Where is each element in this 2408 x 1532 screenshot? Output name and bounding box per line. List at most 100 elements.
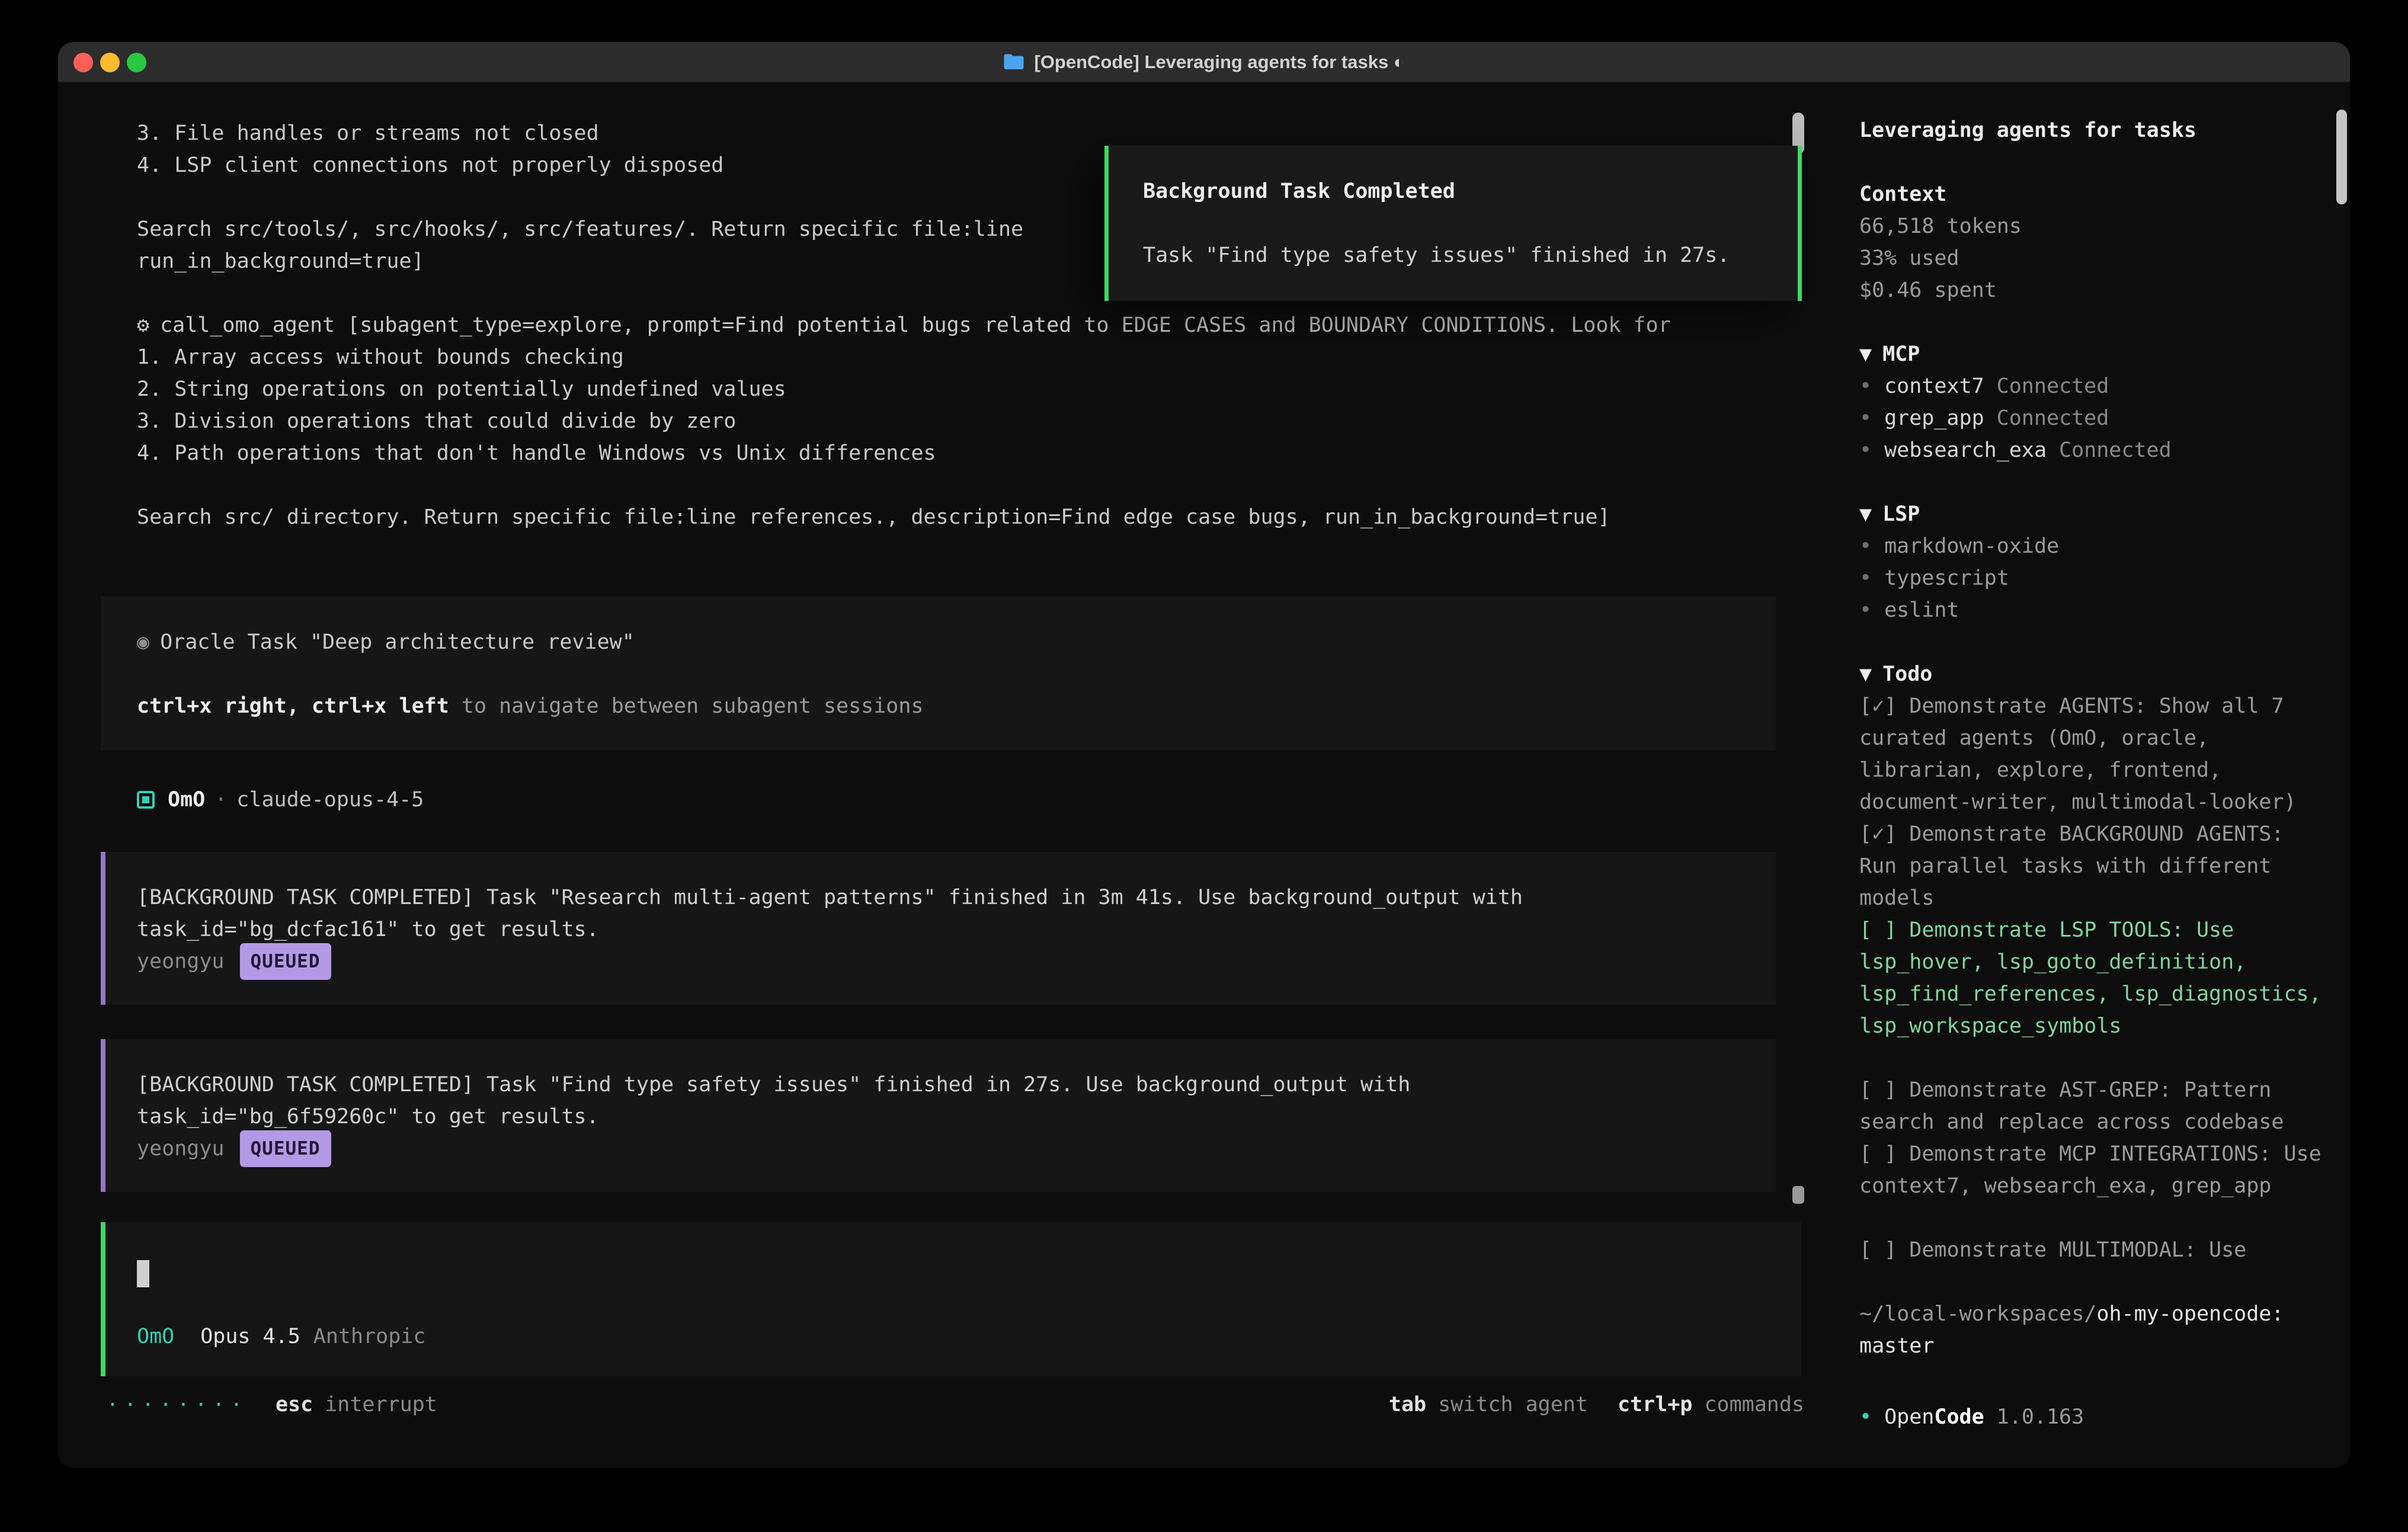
oracle-title-text: Oracle Task "Deep architecture review" <box>160 630 635 654</box>
bullet-icon: • <box>1859 534 1872 558</box>
bullet-icon: • <box>1859 374 1872 398</box>
esc-label: interrupt <box>325 1389 437 1421</box>
toast-notification: Background Task Completed Task "Find typ… <box>1104 146 1802 301</box>
mcp-status: Connected <box>1997 374 2109 398</box>
path-name: oh-my-opencode: <box>2096 1302 2284 1326</box>
status-right-hints: tab switch agent ctrl+p commands <box>1389 1389 1804 1421</box>
opencode-name-b: Code <box>1934 1401 1984 1433</box>
agent-model: claude-opus-4-5 <box>236 784 424 816</box>
todo-item: [ ] Demonstrate AST-GREP: Pattern search… <box>1859 1074 2332 1138</box>
mcp-name: websearch_exa <box>1884 438 2047 462</box>
tab-label: switch agent <box>1438 1389 1588 1421</box>
collapse-arrow-icon: ▼ <box>1859 502 1872 526</box>
path-prefix: ~/local-workspaces/ <box>1859 1302 2096 1326</box>
toast-title: Background Task Completed <box>1143 175 1780 207</box>
tool-call-line: ⚙ call_omo_agent [subagent_type=explore, … <box>137 309 1836 341</box>
window-title-text: [OpenCode] Leveraging agents for tasks ◐ <box>1034 52 1404 73</box>
lsp-name: typescript <box>1884 566 2009 590</box>
mcp-item: •websearch_exaConnected <box>1859 434 2332 466</box>
message-author: yeongyu <box>137 1133 225 1165</box>
spinner-dots: ········ <box>107 1389 248 1421</box>
message-meta: yeongyu QUEUED <box>137 946 1752 977</box>
terminal-line: 1. Array access without bounds checking <box>137 341 1836 373</box>
prompt-input[interactable]: OmO Opus 4.5 Anthropic <box>101 1222 1801 1376</box>
version-number: 1.0.163 <box>1997 1401 2084 1433</box>
input-agent-name: OmO <box>137 1321 174 1352</box>
todo-item: [ ] Demonstrate MCP INTEGRATIONS: Use co… <box>1859 1138 2332 1202</box>
input-model: Opus 4.5 <box>200 1321 300 1352</box>
context-heading: Context <box>1859 178 2332 210</box>
message-line: [BACKGROUND TASK COMPLETED] Task "Find t… <box>137 1069 1752 1101</box>
terminal-line: 4. Path operations that don't handle Win… <box>137 437 1836 469</box>
message-line: task_id="bg_dcfac161" to get results. <box>137 914 1752 946</box>
lsp-item: • markdown-oxide <box>1859 530 2332 562</box>
sidebar-title: Leveraging agents for tasks <box>1859 114 2332 146</box>
mcp-name: grep_app <box>1884 406 1984 430</box>
agent-header: OmO · claude-opus-4-5 <box>137 784 1836 816</box>
lsp-name: markdown-oxide <box>1884 534 2059 558</box>
workspace-path: ~/local-workspaces/oh-my-opencode: maste… <box>1859 1298 2332 1362</box>
input-provider: Anthropic <box>313 1321 426 1352</box>
bullet-icon: • <box>1859 438 1872 462</box>
sidebar-scrollbar-thumb[interactable] <box>2336 110 2347 204</box>
opencode-version: • OpenCode 1.0.163 <box>1859 1401 2084 1433</box>
tool-call-text: call_omo_agent [subagent_type=explore, p… <box>160 313 1671 337</box>
message-line: task_id="bg_6f59260c" to get results. <box>137 1101 1752 1133</box>
mcp-status: Connected <box>1997 406 2109 430</box>
terminal-output: 3. File handles or streams not closed 4.… <box>58 83 1836 1468</box>
todo-item: [ ] Demonstrate LSP TOOLS: Use lsp_hover… <box>1859 914 2332 1042</box>
message-author: yeongyu <box>137 946 225 977</box>
window-title: [OpenCode] Leveraging agents for tasks ◐ <box>1003 52 1404 73</box>
mcp-item: • grep_app Connected <box>1859 402 2332 434</box>
queued-badge: QUEUED <box>240 943 331 980</box>
ctrlp-key: ctrl+p <box>1618 1389 1692 1421</box>
mcp-section-header[interactable]: ▼MCP <box>1859 338 2332 370</box>
ctrlp-label: commands <box>1704 1389 1804 1421</box>
hint-keys: ctrl+x right, ctrl+x left <box>137 694 449 718</box>
window-controls <box>73 42 146 83</box>
collapse-arrow-icon: ▼ <box>1859 342 1872 366</box>
toast-body: Task "Find type safety issues" finished … <box>1143 239 1780 271</box>
main-scrollbar-mark[interactable] <box>1792 1186 1804 1204</box>
minimize-button[interactable] <box>100 53 120 72</box>
oracle-task-panel: ◉Oracle Task "Deep architecture review" … <box>101 597 1776 751</box>
context-tokens: 66,518 tokens <box>1859 210 2332 242</box>
terminal-line <box>137 469 1836 501</box>
message-meta: yeongyu QUEUED <box>137 1133 1752 1165</box>
navigation-hint: ctrl+x right, ctrl+x left to navigate be… <box>137 690 1752 722</box>
sidebar: Leveraging agents for tasks Context 66,5… <box>1836 83 2350 1468</box>
opencode-name-a: Open <box>1884 1401 1934 1433</box>
queued-badge: QUEUED <box>240 1130 331 1167</box>
lsp-item: •typescript <box>1859 562 2332 594</box>
titlebar: [OpenCode] Leveraging agents for tasks ◐ <box>58 42 2350 83</box>
collapse-arrow-icon: ▼ <box>1859 662 1872 686</box>
terminal-line: 3. Division operations that could divide… <box>137 405 1836 437</box>
folder-icon <box>1003 53 1024 71</box>
terminal-line: 3. File handles or streams not closed <box>137 117 1836 149</box>
gear-icon: ⚙ <box>137 313 149 337</box>
esc-key: esc <box>276 1389 313 1421</box>
agent-icon-core <box>142 796 149 803</box>
hint-text: to navigate between subagent sessions <box>449 694 924 718</box>
todo-heading: Todo <box>1882 662 1932 686</box>
lsp-item: •eslint <box>1859 594 2332 626</box>
lsp-section-header[interactable]: ▼ LSP <box>1859 498 2332 530</box>
todo-section-header[interactable]: ▼ Todo <box>1859 658 2332 690</box>
todo-item: [✓] Demonstrate BACKGROUND AGENTS: Run p… <box>1859 818 2332 914</box>
message-line: [BACKGROUND TASK COMPLETED] Task "Resear… <box>137 882 1752 914</box>
branch-name: master <box>1859 1334 1934 1358</box>
input-cursor <box>137 1260 149 1287</box>
context-used: 33% used <box>1859 242 2332 274</box>
input-meta: OmO Opus 4.5 Anthropic <box>137 1321 1778 1352</box>
lsp-heading: LSP <box>1882 502 1920 526</box>
background-task-message: [BACKGROUND TASK COMPLETED] Task "Resear… <box>101 852 1776 1005</box>
lsp-name: eslint <box>1884 598 1959 622</box>
oracle-title: ◉Oracle Task "Deep architecture review" <box>137 626 1752 658</box>
zoom-button[interactable] <box>127 53 146 72</box>
bullet-icon: • <box>1859 406 1872 430</box>
todo-item: [ ] Demonstrate MULTIMODAL: Use <box>1859 1234 2332 1266</box>
agent-icon <box>137 791 155 809</box>
agent-name: OmO <box>168 784 205 816</box>
context-spent: $0.46 spent <box>1859 274 2332 306</box>
close-button[interactable] <box>73 53 93 72</box>
